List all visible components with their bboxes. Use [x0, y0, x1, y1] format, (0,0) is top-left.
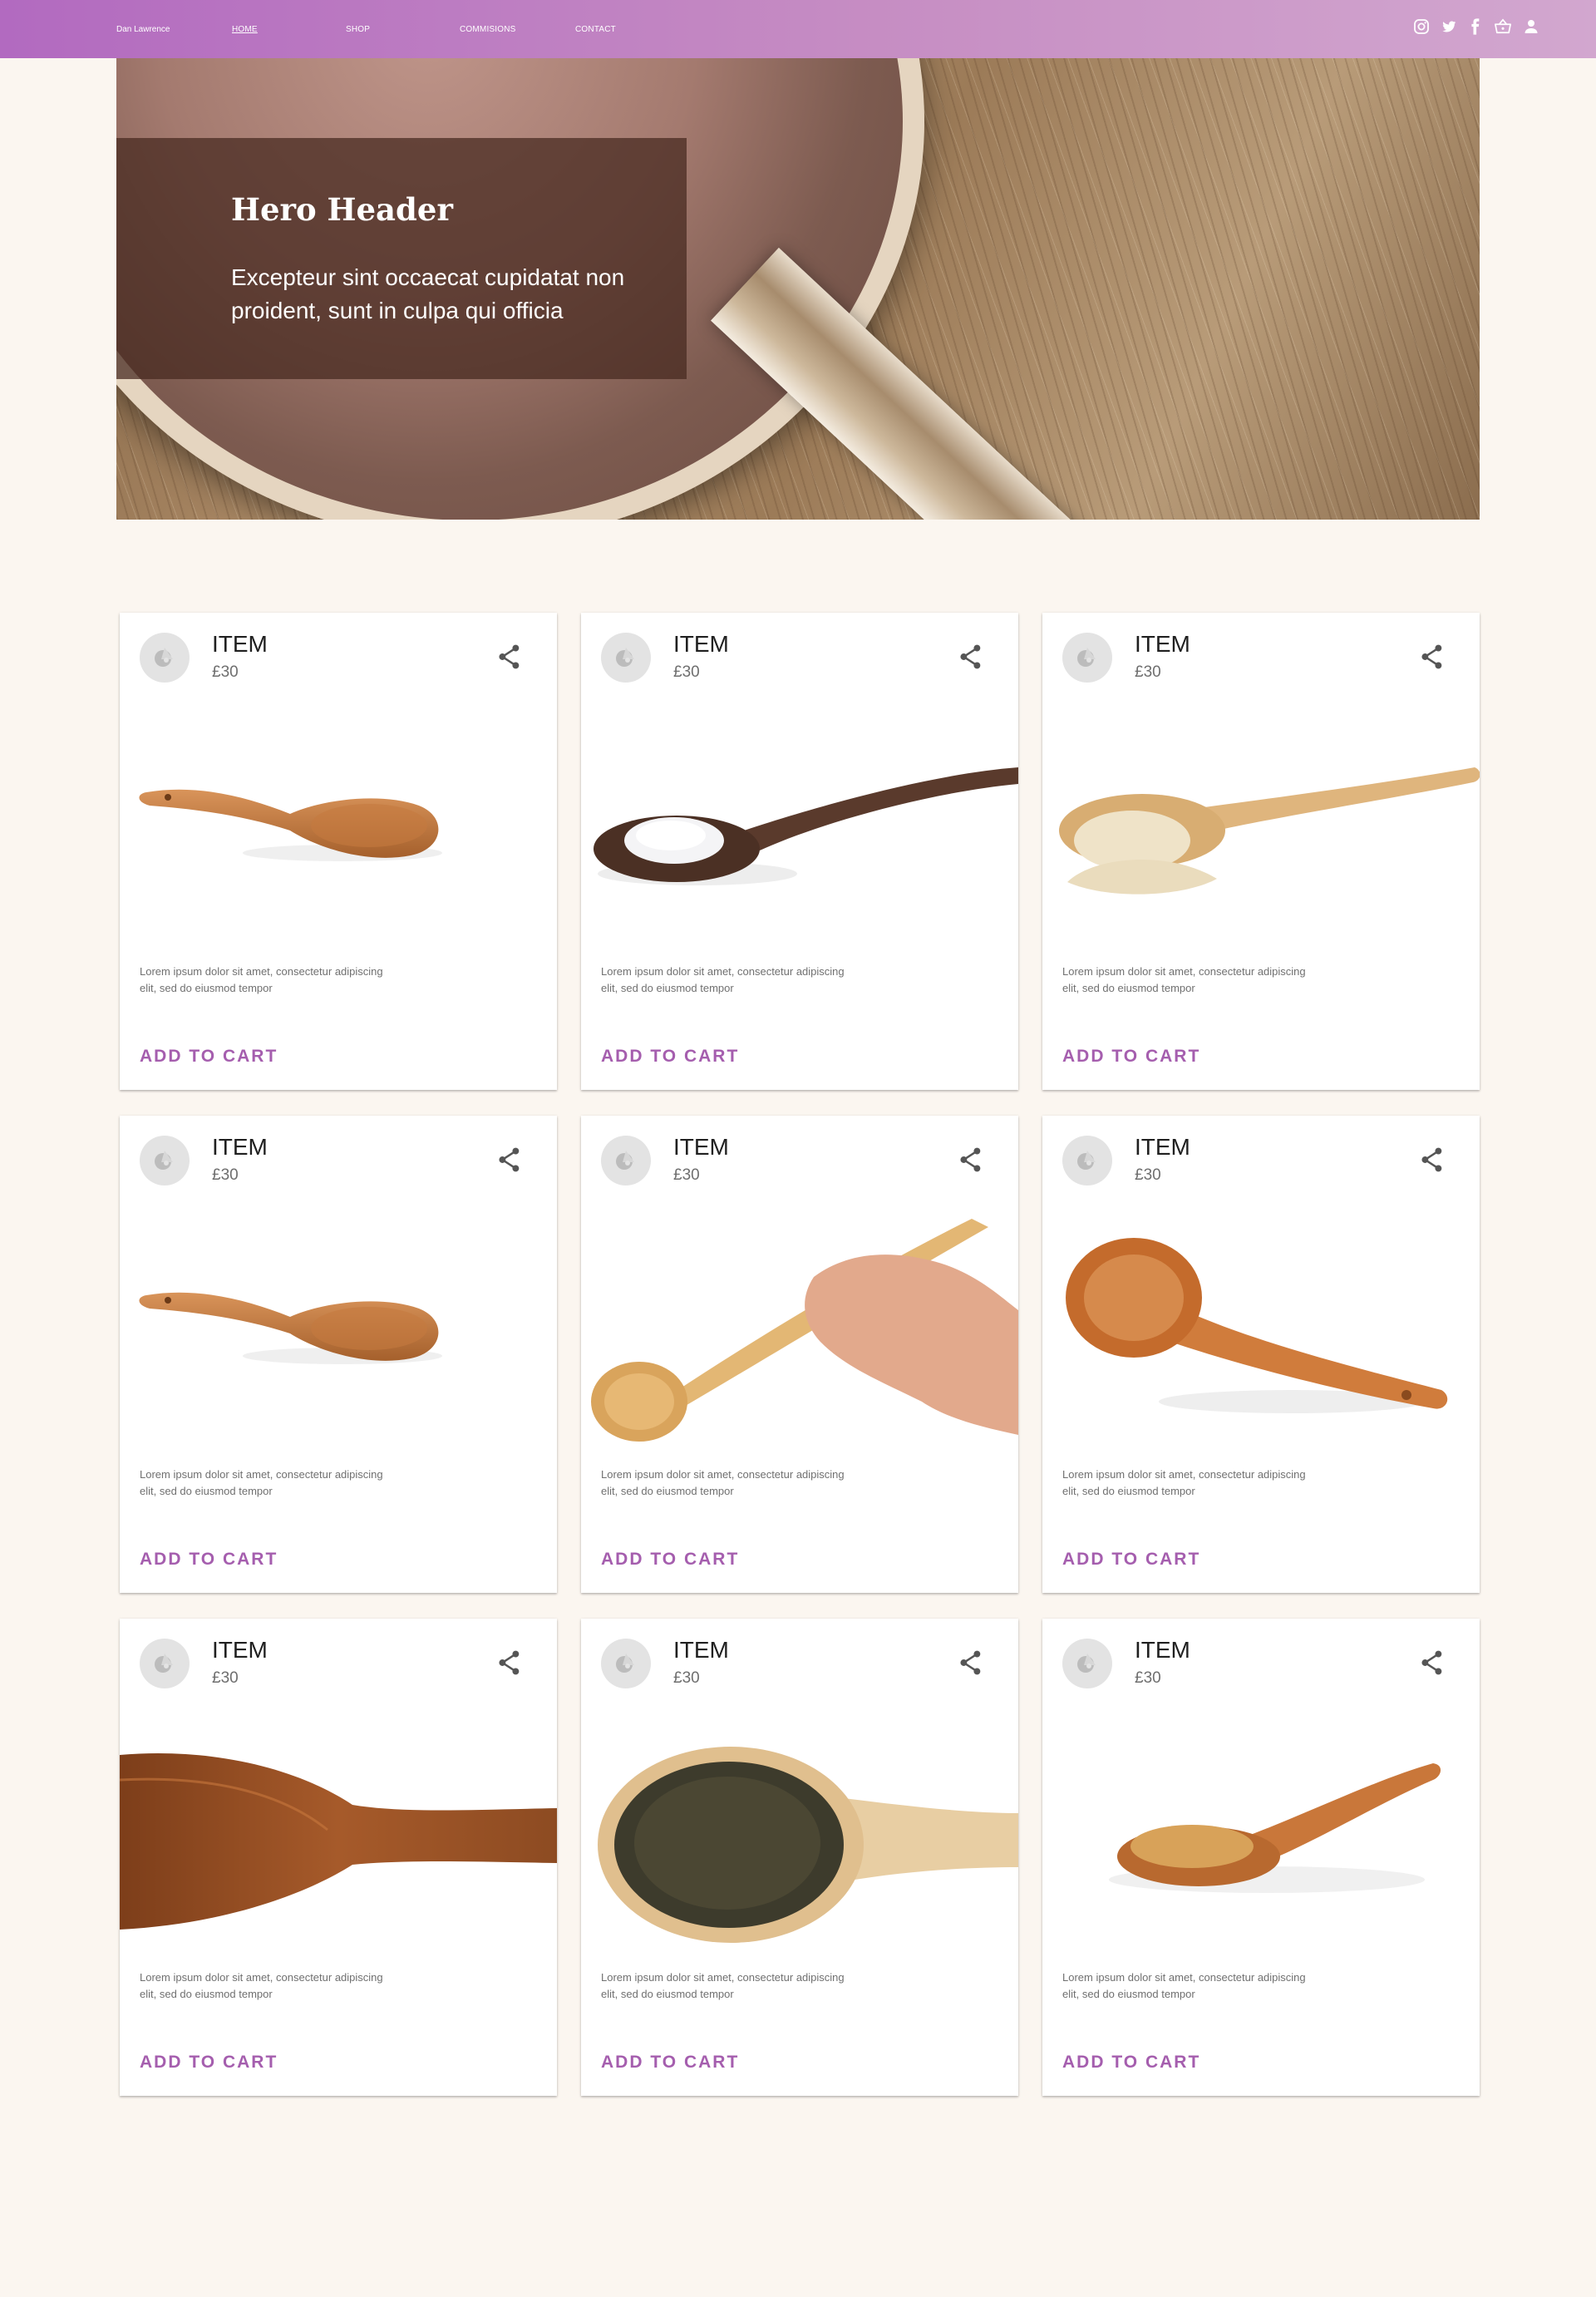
hero-banner: Hero Header Excepteur sint occaecat cupi…: [116, 58, 1480, 520]
product-price: £30: [212, 1166, 239, 1184]
hand-holding-spoon-image[interactable]: [581, 1219, 1018, 1460]
product-price: £30: [1135, 1166, 1161, 1184]
brand-name[interactable]: Dan Lawrence: [116, 25, 170, 34]
product-card: ITEM £30 Lorem ipsum dolor sit amet, con…: [120, 1116, 557, 1593]
product-description: Lorem ipsum dolor sit amet, consectetur …: [1062, 1468, 1306, 1497]
placeholder-image-icon: [616, 1151, 634, 1170]
nav-commissions[interactable]: COMMISIONS: [460, 25, 516, 34]
placeholder-image-icon: [155, 648, 173, 667]
product-card: ITEM £30 Lorem ipsum dolor sit amet, con…: [120, 1619, 557, 2096]
add-to-cart-button[interactable]: ADD TO CART: [601, 1550, 739, 1570]
nav-shop[interactable]: SHOP: [346, 25, 370, 34]
product-card: ITEM £30 Lorem ipsum dolor sit amet, con…: [1042, 1619, 1480, 2096]
add-to-cart-button[interactable]: ADD TO CART: [1062, 1047, 1200, 1067]
product-avatar: [1062, 1639, 1112, 1688]
spoon-with-flour-image[interactable]: [1042, 716, 1480, 957]
product-price: £30: [212, 663, 239, 681]
wooden-ladle-image[interactable]: [1042, 1219, 1480, 1460]
product-description: Lorem ipsum dolor sit amet, consectetur …: [140, 1971, 383, 2000]
spoon-with-salt-image[interactable]: [581, 716, 1018, 957]
share-icon[interactable]: [958, 643, 983, 674]
basket-icon[interactable]: [1494, 18, 1512, 35]
product-description: Lorem ipsum dolor sit amet, consectetur …: [140, 965, 383, 994]
wooden-spoon-image[interactable]: [120, 1219, 557, 1460]
product-description: Lorem ipsum dolor sit amet, consectetur …: [601, 1971, 845, 2000]
nav-icons: [1413, 18, 1539, 35]
spoon-with-sugar-image[interactable]: [1042, 1722, 1480, 1963]
user-icon[interactable]: [1523, 18, 1539, 35]
share-icon[interactable]: [1420, 1146, 1445, 1177]
product-price: £30: [673, 663, 700, 681]
product-title: ITEM: [673, 1134, 729, 1160]
placeholder-image-icon: [616, 648, 634, 667]
add-to-cart-button[interactable]: ADD TO CART: [1062, 1550, 1200, 1570]
share-icon[interactable]: [497, 643, 522, 674]
hero-wooden-handle-image: [711, 247, 1168, 520]
product-title: ITEM: [1135, 631, 1190, 657]
product-price: £30: [673, 1166, 700, 1184]
product-card: ITEM £30 Lorem ipsum dolor sit amet, con…: [581, 1619, 1018, 2096]
wooden-spoon-closeup-image[interactable]: [120, 1722, 557, 1963]
product-title: ITEM: [1135, 1637, 1190, 1663]
placeholder-image-icon: [155, 1151, 173, 1170]
product-title: ITEM: [212, 1637, 268, 1663]
share-icon[interactable]: [1420, 1649, 1445, 1680]
placeholder-image-icon: [1077, 648, 1096, 667]
placeholder-image-icon: [1077, 1654, 1096, 1673]
twitter-icon[interactable]: [1441, 18, 1457, 35]
product-title: ITEM: [212, 631, 268, 657]
hero-subtitle: Excepteur sint occaecat cupidatat non pr…: [231, 264, 625, 323]
product-description: Lorem ipsum dolor sit amet, consectetur …: [601, 1468, 845, 1497]
product-price: £30: [212, 1669, 239, 1687]
product-price: £30: [1135, 663, 1161, 681]
product-avatar: [140, 1136, 190, 1185]
product-avatar: [601, 1136, 651, 1185]
product-card: ITEM £30 Lorem ipsum dolor sit amet, con…: [581, 1116, 1018, 1593]
product-grid: ITEM £30 Lorem ipsum dolor sit amet, con…: [120, 613, 1480, 2097]
spoon-with-tea-leaves-image[interactable]: [581, 1722, 1018, 1963]
product-description: Lorem ipsum dolor sit amet, consectetur …: [1062, 1971, 1306, 2000]
product-description: Lorem ipsum dolor sit amet, consectetur …: [140, 1468, 383, 1497]
instagram-icon[interactable]: [1413, 18, 1430, 35]
product-avatar: [1062, 1136, 1112, 1185]
nav-home[interactable]: HOME: [232, 25, 258, 34]
product-description: Lorem ipsum dolor sit amet, consectetur …: [1062, 965, 1306, 994]
product-price: £30: [673, 1669, 700, 1687]
product-avatar: [140, 633, 190, 683]
add-to-cart-button[interactable]: ADD TO CART: [140, 1047, 278, 1067]
product-avatar: [140, 1639, 190, 1688]
share-icon[interactable]: [958, 1146, 983, 1177]
placeholder-image-icon: [155, 1654, 173, 1673]
product-title: ITEM: [1135, 1134, 1190, 1160]
placeholder-image-icon: [1077, 1151, 1096, 1170]
share-icon[interactable]: [497, 1146, 522, 1177]
product-description: Lorem ipsum dolor sit amet, consectetur …: [601, 965, 845, 994]
product-card: ITEM £30 Lorem ipsum dolor sit amet, con…: [1042, 613, 1480, 1090]
product-title: ITEM: [212, 1134, 268, 1160]
product-card: ITEM £30 Lorem ipsum dolor sit amet, con…: [1042, 1116, 1480, 1593]
product-title: ITEM: [673, 631, 729, 657]
share-icon[interactable]: [1420, 643, 1445, 674]
share-icon[interactable]: [497, 1649, 522, 1680]
product-avatar: [1062, 633, 1112, 683]
add-to-cart-button[interactable]: ADD TO CART: [140, 2053, 278, 2073]
product-price: £30: [1135, 1669, 1161, 1687]
add-to-cart-button[interactable]: ADD TO CART: [601, 2053, 739, 2073]
hero-title: Hero Header: [231, 191, 453, 228]
add-to-cart-button[interactable]: ADD TO CART: [1062, 2053, 1200, 2073]
facebook-icon[interactable]: [1468, 18, 1483, 35]
hero-overlay: [116, 138, 687, 379]
add-to-cart-button[interactable]: ADD TO CART: [601, 1047, 739, 1067]
product-title: ITEM: [673, 1637, 729, 1663]
product-avatar: [601, 1639, 651, 1688]
product-avatar: [601, 633, 651, 683]
nav-contact[interactable]: CONTACT: [575, 25, 616, 34]
placeholder-image-icon: [616, 1654, 634, 1673]
top-nav: Dan Lawrence HOME SHOP COMMISIONS CONTAC…: [0, 0, 1596, 58]
wooden-spoon-image[interactable]: [120, 716, 557, 957]
product-card: ITEM £30 Lorem ipsum dolor sit amet, con…: [120, 613, 557, 1090]
add-to-cart-button[interactable]: ADD TO CART: [140, 1550, 278, 1570]
share-icon[interactable]: [958, 1649, 983, 1680]
product-card: ITEM £30 Lorem ipsum dolor sit amet, con…: [581, 613, 1018, 1090]
